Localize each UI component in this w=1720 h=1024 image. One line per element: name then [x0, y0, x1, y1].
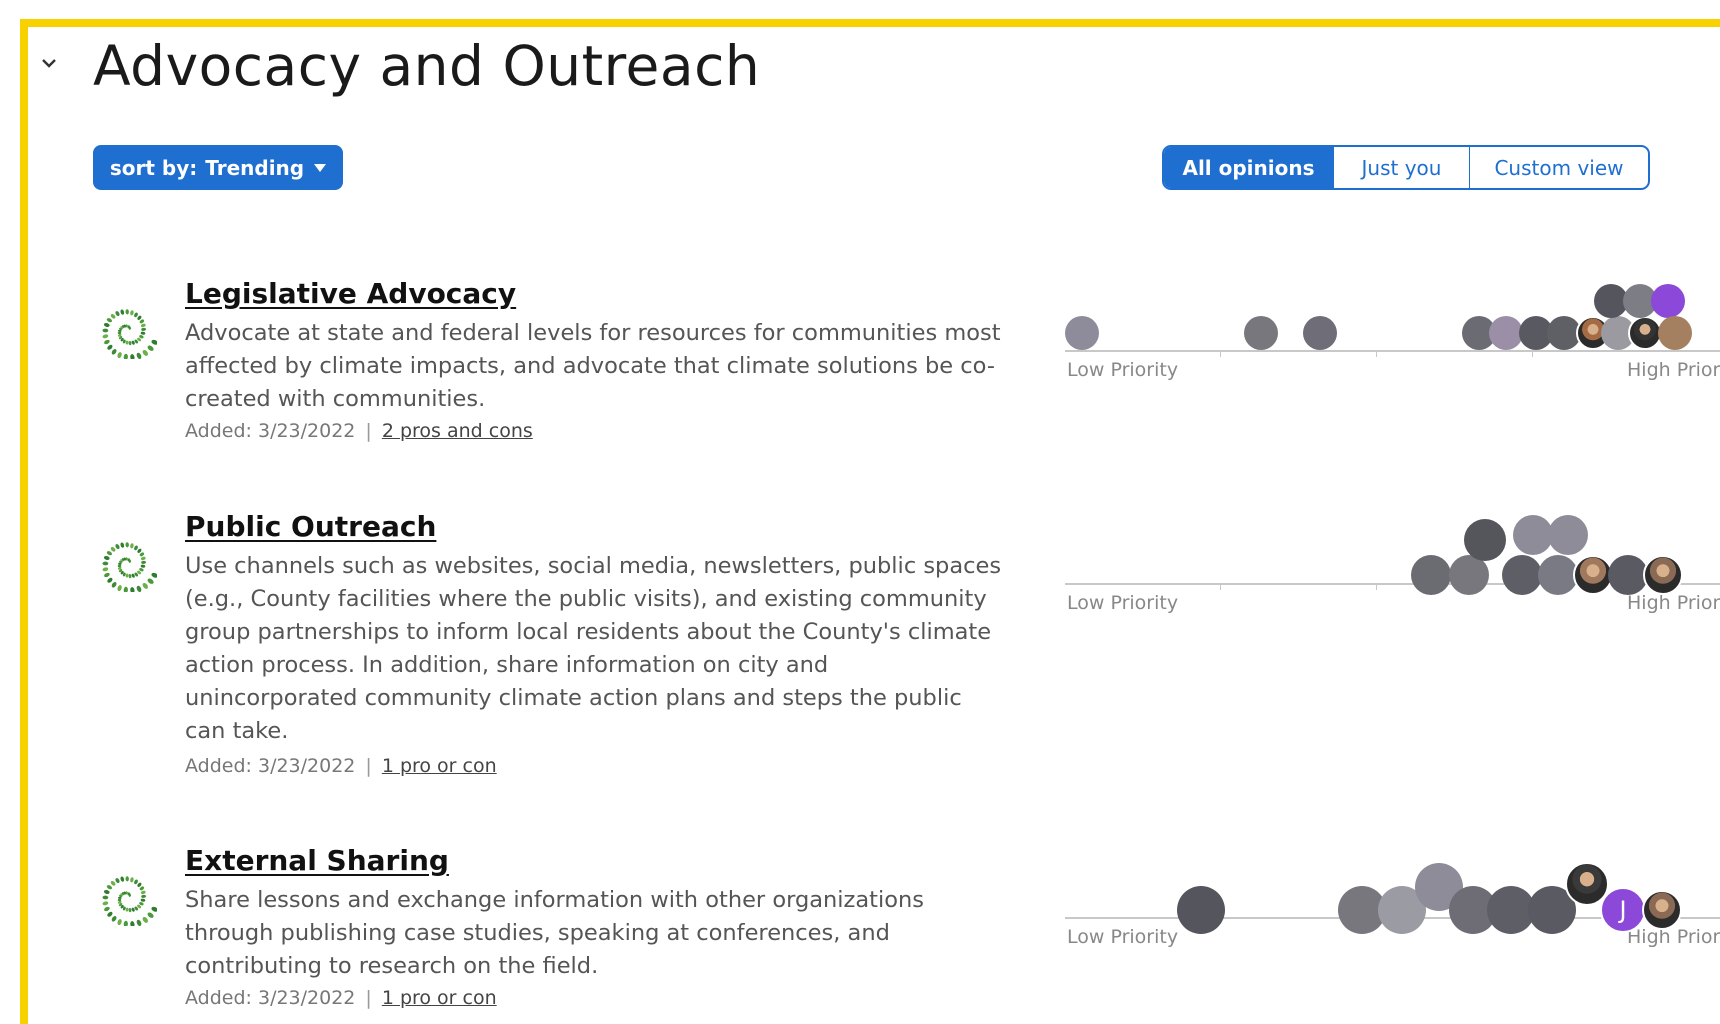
opinion-dot[interactable] [1538, 555, 1578, 595]
opinion-dot[interactable] [1303, 316, 1337, 350]
opinion-dot[interactable] [1411, 555, 1451, 595]
added-date: Added: 3/23/2022 [185, 987, 356, 1009]
meta-separator: | [365, 755, 372, 777]
spiral-logo-icon [95, 864, 158, 928]
view-toggle: All opinions Just you Custom view [1162, 145, 1650, 190]
proposal-title[interactable]: Legislative Advocacy [185, 277, 516, 310]
opinion-dot[interactable] [1449, 555, 1489, 595]
opinion-dot[interactable] [1651, 284, 1685, 318]
opinion-histogram[interactable]: Low Priority High Prior [1065, 265, 1720, 381]
proposal-meta: Added: 3/23/2022 | 1 pro or con [185, 987, 497, 1009]
opinion-dot[interactable] [1065, 316, 1099, 350]
opinion-dot[interactable] [1244, 316, 1278, 350]
low-priority-label: Low Priority [1067, 592, 1179, 614]
opinion-dot[interactable] [1489, 316, 1523, 350]
proposal-title[interactable]: External Sharing [185, 844, 449, 877]
opinion-dot[interactable] [1513, 515, 1553, 555]
pros-cons-link[interactable]: 1 pro or con [382, 987, 497, 1009]
low-priority-label: Low Priority [1067, 359, 1179, 381]
opinion-dot[interactable] [1464, 519, 1506, 561]
proposal-description: Use channels such as websites, social me… [185, 553, 1002, 744]
section-title: Advocacy and Outreach [93, 34, 761, 98]
caret-down-icon [314, 163, 327, 172]
axis-tick [1376, 351, 1377, 357]
sort-by-button[interactable]: sort by: Trending [93, 145, 343, 190]
opinion-dot[interactable] [1502, 555, 1542, 595]
axis-tick [1220, 584, 1221, 590]
high-priority-label: High Prior [1627, 592, 1720, 614]
view-just-you[interactable]: Just you [1334, 147, 1470, 188]
high-priority-label: High Prior [1627, 359, 1720, 381]
highlight-border-left [20, 19, 28, 1024]
sort-label: sort by: [109, 155, 198, 180]
axis-tick [1532, 351, 1533, 357]
proposal-meta: Added: 3/23/2022 | 2 pros and cons [185, 420, 533, 442]
meta-separator: | [365, 420, 372, 442]
axis-tick [1220, 351, 1221, 357]
user-avatar[interactable] [1573, 555, 1613, 595]
user-avatar[interactable] [1628, 316, 1662, 350]
added-date: Added: 3/23/2022 [185, 420, 356, 442]
user-avatar[interactable] [1643, 555, 1683, 595]
low-priority-label: Low Priority [1067, 926, 1179, 948]
pros-cons-link[interactable]: 2 pros and cons [382, 420, 533, 442]
proposal-title[interactable]: Public Outreach [185, 510, 436, 543]
view-custom[interactable]: Custom view [1470, 147, 1648, 188]
page-frame: Advocacy and Outreach sort by: Trending … [0, 0, 1720, 1024]
user-avatar[interactable]: J [1600, 887, 1646, 933]
collapse-chevron-icon[interactable] [38, 52, 60, 74]
opinion-histogram[interactable]: Low Priority High Prior [1065, 498, 1720, 614]
axis-tick [1376, 584, 1377, 590]
highlight-border-top [20, 19, 1720, 27]
spiral-logo-icon [95, 530, 158, 594]
view-all-opinions[interactable]: All opinions [1164, 147, 1334, 188]
meta-separator: | [365, 987, 372, 1009]
opinion-dot[interactable] [1548, 515, 1588, 555]
high-priority-label: High Prior [1627, 926, 1720, 948]
proposal-description: Advocate at state and federal levels for… [185, 320, 1001, 412]
spiral-logo-icon [95, 297, 158, 361]
sort-value: Trending [205, 155, 305, 180]
opinion-dot[interactable] [1608, 555, 1648, 595]
opinion-dot[interactable] [1177, 886, 1225, 934]
opinion-dot[interactable] [1658, 316, 1692, 350]
histogram-axis [1065, 350, 1720, 352]
user-avatar[interactable] [1642, 890, 1682, 930]
pros-cons-link[interactable]: 1 pro or con [382, 755, 497, 777]
proposal-description: Share lessons and exchange information w… [185, 887, 924, 979]
added-date: Added: 3/23/2022 [185, 755, 356, 777]
opinion-histogram[interactable]: Low Priority High Prior J [1065, 832, 1720, 948]
proposal-meta: Added: 3/23/2022 | 1 pro or con [185, 755, 497, 777]
